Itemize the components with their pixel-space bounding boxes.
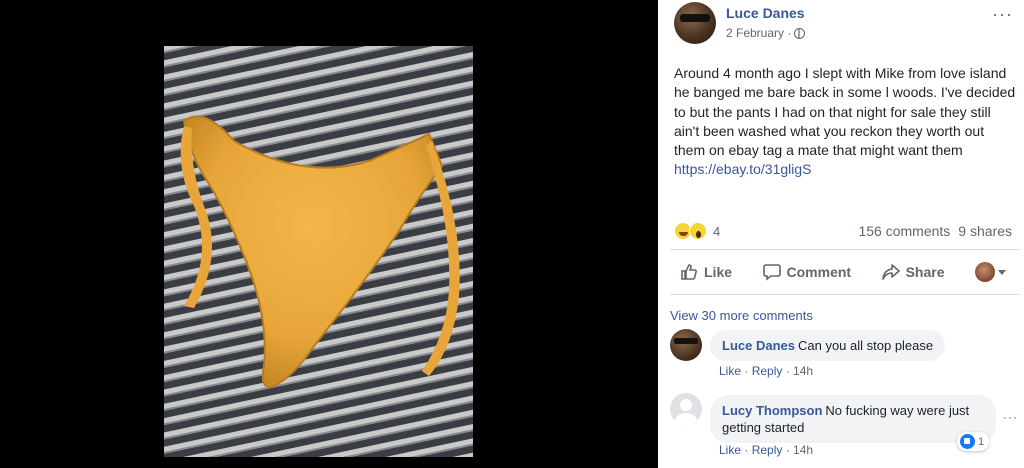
share-count[interactable]: 9 shares [958, 223, 1012, 239]
post-text: Around 4 month ago I slept with Mike fro… [674, 65, 1016, 159]
audience-selector[interactable] [965, 262, 1016, 282]
comment-time[interactable]: · 14h [782, 443, 813, 457]
separator: · [741, 443, 752, 457]
photo-pane [0, 0, 658, 468]
comment-bubble: Lucy Thompson No fucking way were just ge… [710, 395, 996, 443]
comment-reply-link[interactable]: Reply [752, 443, 783, 457]
comment-options-icon[interactable]: ··· [1003, 410, 1018, 424]
engagement-counts: 156 comments 9 shares [858, 223, 1012, 239]
globe-icon [794, 27, 806, 39]
chevron-down-icon [998, 269, 1006, 275]
comment-reply-link[interactable]: Reply [752, 364, 783, 378]
comment-label: Comment [786, 264, 852, 280]
post-author-name[interactable]: Luce Danes [726, 5, 805, 21]
author-avatar[interactable] [674, 2, 716, 44]
view-more-comments-link[interactable]: View 30 more comments [670, 308, 813, 323]
reaction-count: 4 [713, 223, 721, 239]
like-reaction-icon [960, 434, 975, 449]
wow-emoji-icon [689, 222, 707, 240]
share-label: Share [905, 264, 945, 280]
post-link[interactable]: https://ebay.to/31gligS [674, 161, 812, 177]
comment-actions: Like · Reply · 14h [719, 443, 813, 457]
post-meta: 2 February · [726, 26, 806, 40]
action-bar: Like Comment Share [670, 262, 1016, 282]
comment-author[interactable]: Luce Danes [722, 338, 795, 353]
user-avatar-icon [975, 262, 995, 282]
share-icon [881, 264, 900, 280]
separator: · [741, 364, 752, 378]
comment-actions: Like · Reply · 14h [719, 364, 813, 378]
comment-time[interactable]: · 14h [782, 364, 813, 378]
thumbs-up-icon [681, 264, 697, 280]
comment-reaction-count: 1 [978, 435, 985, 448]
like-label: Like [704, 264, 733, 280]
photo-image [164, 46, 473, 457]
default-avatar-icon[interactable] [670, 393, 702, 425]
post-date[interactable]: 2 February · [726, 26, 791, 40]
comment-icon [762, 264, 781, 281]
facebook-photo-viewer: Luce Danes 2 February · ··· Around 4 mon… [0, 0, 1024, 468]
comment-text: Can you all stop please [797, 338, 934, 353]
comment-bubble: Luce Danes Can you all stop please [710, 330, 946, 361]
comment-avatar[interactable] [670, 329, 702, 361]
comment-like-link[interactable]: Like [719, 364, 741, 378]
divider [670, 249, 1020, 250]
comment-author[interactable]: Lucy Thompson [722, 403, 822, 418]
divider [670, 294, 1020, 295]
like-button[interactable]: Like [670, 263, 742, 281]
share-button[interactable]: Share [872, 263, 955, 281]
comment-button[interactable]: Comment [753, 263, 862, 281]
post-body: Around 4 month ago I slept with Mike fro… [674, 64, 1018, 180]
reaction-summary[interactable]: 4 [674, 222, 720, 240]
comment-count[interactable]: 156 comments [858, 223, 950, 239]
comment-like-link[interactable]: Like [719, 443, 741, 457]
post-photo[interactable] [164, 46, 473, 457]
comment-reaction-badge[interactable]: 1 [957, 432, 990, 451]
post-options-icon[interactable]: ··· [992, 4, 1013, 25]
